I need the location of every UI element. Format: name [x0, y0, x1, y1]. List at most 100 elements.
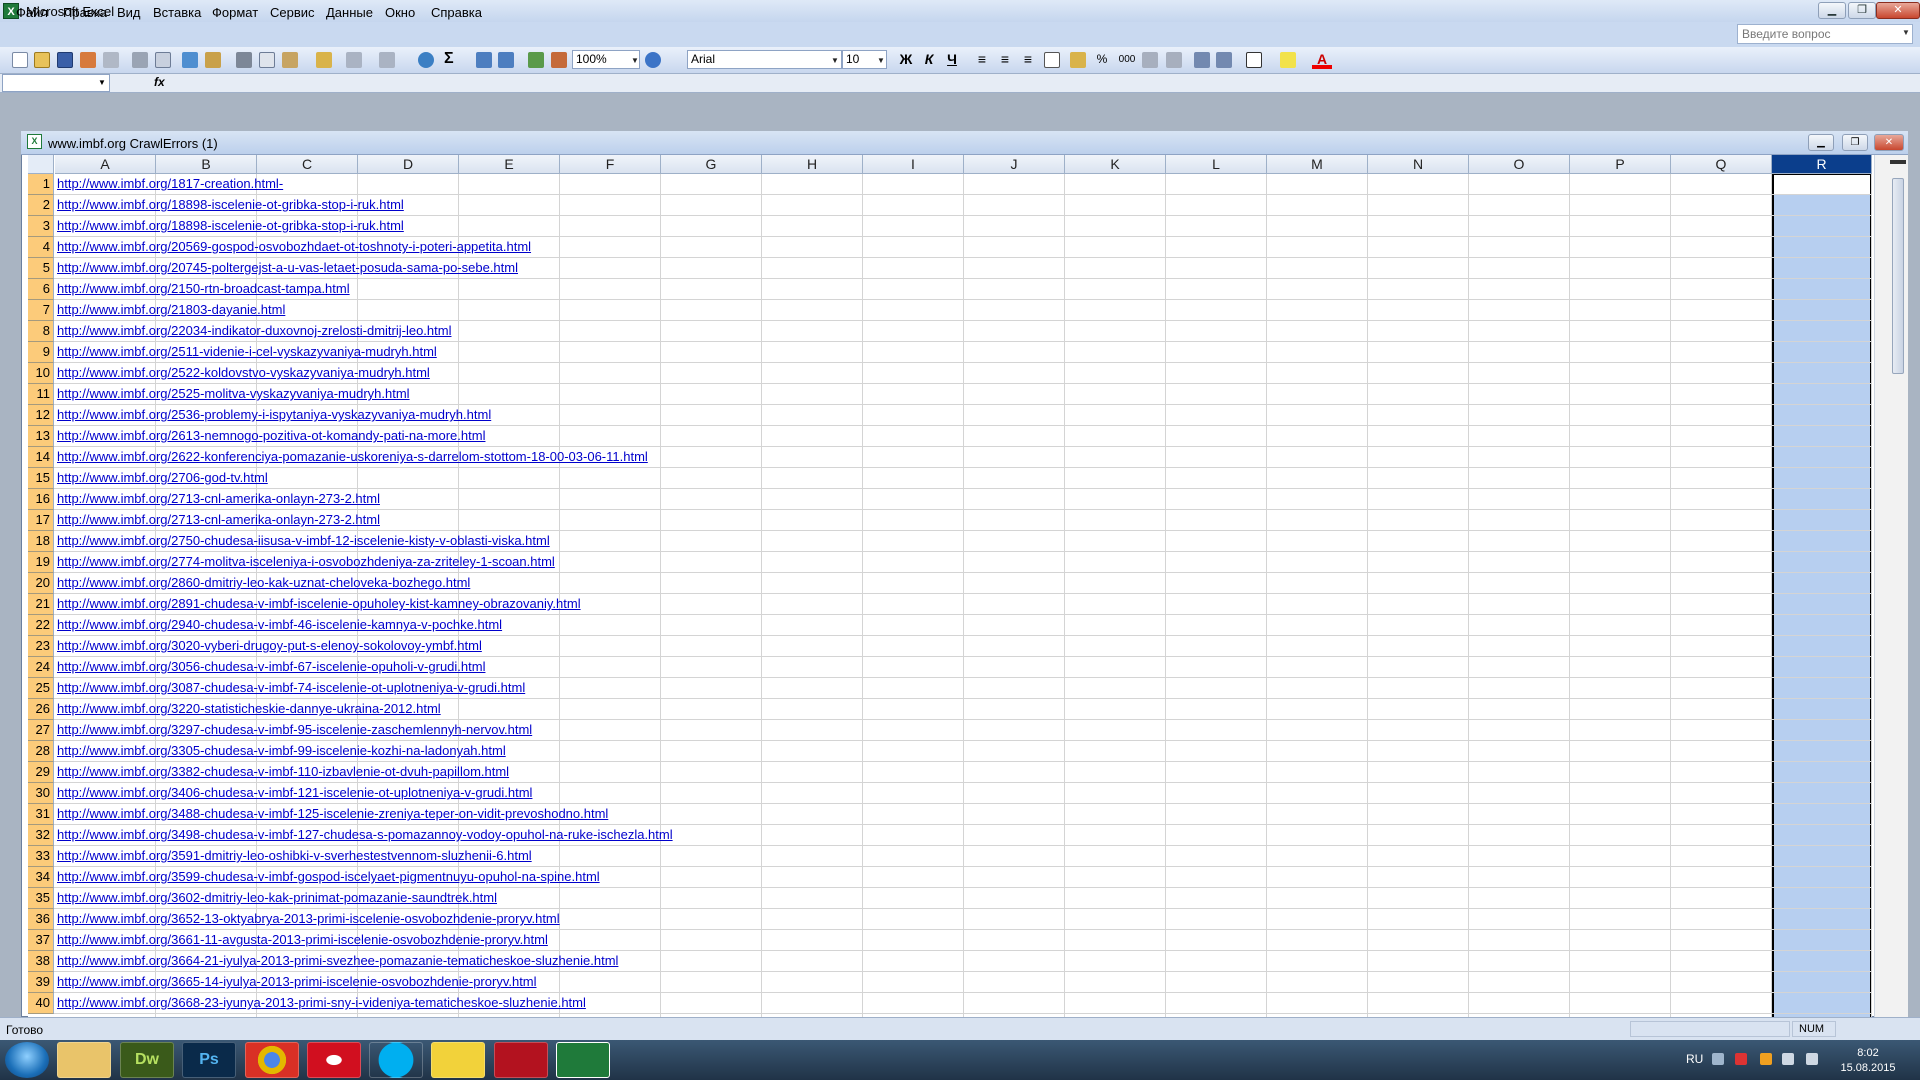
row-header[interactable]: 35 — [28, 888, 54, 909]
tray-app-icon[interactable] — [1760, 1053, 1772, 1065]
row-header[interactable]: 27 — [28, 720, 54, 741]
hyperlink-cell[interactable]: http://www.imbf.org/2750-chudesa-iisusa-… — [55, 531, 550, 551]
column-header-j[interactable]: J — [964, 155, 1065, 174]
row-header[interactable]: 34 — [28, 867, 54, 888]
clock-date[interactable]: 15.08.2015 — [1835, 1062, 1901, 1074]
row-header[interactable]: 33 — [28, 846, 54, 867]
menu-insert[interactable]: Вставка — [153, 5, 201, 20]
help-search-input[interactable]: Введите вопрос — [1737, 24, 1913, 44]
menu-format[interactable]: Формат — [212, 5, 258, 20]
paste-icon[interactable] — [282, 52, 298, 68]
spellcheck-icon[interactable] — [182, 52, 198, 68]
network-icon[interactable] — [1735, 1053, 1747, 1065]
hyperlink-cell[interactable]: http://www.imbf.org/3599-chudesa-v-imbf-… — [55, 867, 600, 887]
row-header[interactable]: 31 — [28, 804, 54, 825]
column-header-h[interactable]: H — [762, 155, 863, 174]
hyperlink-cell[interactable]: http://www.imbf.org/2613-nemnogo-pozitiv… — [55, 426, 485, 446]
hyperlink-cell[interactable]: http://www.imbf.org/2706-god-tv.html — [55, 468, 268, 488]
row-header[interactable]: 16 — [28, 489, 54, 510]
percent-button[interactable]: % — [1092, 50, 1112, 69]
chrome-taskbar-icon[interactable] — [245, 1042, 299, 1078]
bold-button[interactable]: Ж — [896, 50, 916, 69]
column-header-l[interactable]: L — [1166, 155, 1267, 174]
scrollbar-thumb[interactable] — [1892, 178, 1904, 374]
merge-center-icon[interactable] — [1044, 52, 1060, 68]
hyperlink-cell[interactable]: http://www.imbf.org/3220-statisticheskie… — [55, 699, 441, 719]
row-header[interactable]: 12 — [28, 405, 54, 426]
workbook-icon[interactable]: X — [27, 134, 42, 149]
column-header-g[interactable]: G — [661, 155, 762, 174]
workbook-minimize-button[interactable]: ▁ — [1808, 134, 1834, 151]
column-header-p[interactable]: P — [1570, 155, 1671, 174]
hyperlink-cell[interactable]: http://www.imbf.org/2536-problemy-i-ispy… — [55, 405, 491, 425]
new-document-icon[interactable] — [12, 52, 28, 68]
hyperlink-cell[interactable]: http://www.imbf.org/3406-chudesa-v-imbf-… — [55, 783, 532, 803]
row-header[interactable]: 36 — [28, 909, 54, 930]
hyperlink-cell[interactable]: http://www.imbf.org/21803-dayanie.html — [55, 300, 285, 320]
row-header[interactable]: 6 — [28, 279, 54, 300]
drawing-icon[interactable] — [551, 52, 567, 68]
chevron-down-icon[interactable]: ▼ — [877, 56, 885, 65]
save-icon[interactable] — [57, 52, 73, 68]
row-header[interactable]: 4 — [28, 237, 54, 258]
row-header[interactable]: 14 — [28, 447, 54, 468]
print-preview-icon[interactable] — [155, 52, 171, 68]
hyperlink-cell[interactable]: http://www.imbf.org/2525-molitva-vyskazy… — [55, 384, 410, 404]
hyperlink-icon[interactable] — [418, 52, 434, 68]
select-all-corner[interactable] — [28, 155, 54, 174]
research-icon[interactable] — [205, 52, 221, 68]
hyperlink-cell[interactable]: http://www.imbf.org/2522-koldovstvo-vysk… — [55, 363, 430, 383]
tray-arrow-icon[interactable] — [1712, 1053, 1724, 1065]
menu-edit[interactable]: Правка — [63, 5, 107, 20]
decrease-indent-icon[interactable] — [1194, 52, 1210, 68]
minimize-button[interactable]: ▁ — [1818, 2, 1846, 19]
sort-ascending-icon[interactable] — [476, 52, 492, 68]
increase-decimal-icon[interactable] — [1142, 52, 1158, 68]
align-center-icon[interactable]: ≡ — [995, 50, 1015, 69]
hyperlink-cell[interactable]: http://www.imbf.org/2150-rtn-broadcast-t… — [55, 279, 350, 299]
row-header[interactable]: 38 — [28, 951, 54, 972]
fill-color-icon[interactable] — [1280, 52, 1296, 68]
row-header[interactable]: 3 — [28, 216, 54, 237]
menu-window[interactable]: Окно — [385, 5, 415, 20]
spreadsheet-grid[interactable]: ABCDEFGHIJKLMNOPQR 1 http://www.imbf.org/… — [28, 155, 1872, 1017]
autosum-icon[interactable]: Σ — [444, 50, 454, 68]
hyperlink-cell[interactable]: http://www.imbf.org/2713-cnl-amerika-onl… — [55, 489, 380, 509]
row-header[interactable]: 13 — [28, 426, 54, 447]
hyperlink-cell[interactable]: http://www.imbf.org/3382-chudesa-v-imbf-… — [55, 762, 509, 782]
filezilla-taskbar-icon[interactable] — [494, 1042, 548, 1078]
explorer-taskbar-icon[interactable] — [57, 1042, 111, 1078]
row-header[interactable]: 1 — [28, 174, 54, 195]
menu-file[interactable]: Файл — [16, 5, 48, 20]
hyperlink-cell[interactable]: http://www.imbf.org/1817-creation.html- — [55, 174, 283, 194]
column-header-r[interactable]: R — [1772, 155, 1872, 174]
hyperlink-cell[interactable]: http://www.imbf.org/2713-cnl-amerika-onl… — [55, 510, 380, 530]
row-header[interactable]: 23 — [28, 636, 54, 657]
excel-taskbar-icon[interactable] — [556, 1042, 610, 1078]
skype-taskbar-icon[interactable] — [369, 1042, 423, 1078]
row-header[interactable]: 19 — [28, 552, 54, 573]
hyperlink-cell[interactable]: http://www.imbf.org/3305-chudesa-v-imbf-… — [55, 741, 506, 761]
copy-icon[interactable] — [259, 52, 275, 68]
hyperlink-cell[interactable]: http://www.imbf.org/3668-23-iyunya-2013-… — [55, 993, 586, 1013]
clock-time[interactable]: 8:02 — [1843, 1047, 1893, 1059]
menu-data[interactable]: Данные — [326, 5, 373, 20]
hyperlink-cell[interactable]: http://www.imbf.org/3661-11-avgusta-2013… — [55, 930, 548, 950]
column-header-a[interactable]: A — [55, 155, 156, 174]
column-header-k[interactable]: K — [1065, 155, 1166, 174]
underline-button[interactable]: Ч — [942, 50, 962, 69]
hyperlink-cell[interactable]: http://www.imbf.org/22034-indikator-duxo… — [55, 321, 451, 341]
chevron-down-icon[interactable]: ▼ — [631, 56, 639, 65]
column-header-b[interactable]: B — [156, 155, 257, 174]
row-header[interactable]: 10 — [28, 363, 54, 384]
email-icon[interactable] — [103, 52, 119, 68]
menu-view[interactable]: Вид — [117, 5, 141, 20]
hyperlink-cell[interactable]: http://www.imbf.org/3498-chudesa-v-imbf-… — [55, 825, 673, 845]
help-icon[interactable] — [645, 52, 661, 68]
hyperlink-cell[interactable]: http://www.imbf.org/3297-chudesa-v-imbf-… — [55, 720, 532, 740]
font-color-icon[interactable]: A — [1312, 50, 1332, 69]
column-header-n[interactable]: N — [1368, 155, 1469, 174]
column-header-q[interactable]: Q — [1671, 155, 1772, 174]
column-header-f[interactable]: F — [560, 155, 661, 174]
align-right-icon[interactable]: ≡ — [1018, 50, 1038, 69]
